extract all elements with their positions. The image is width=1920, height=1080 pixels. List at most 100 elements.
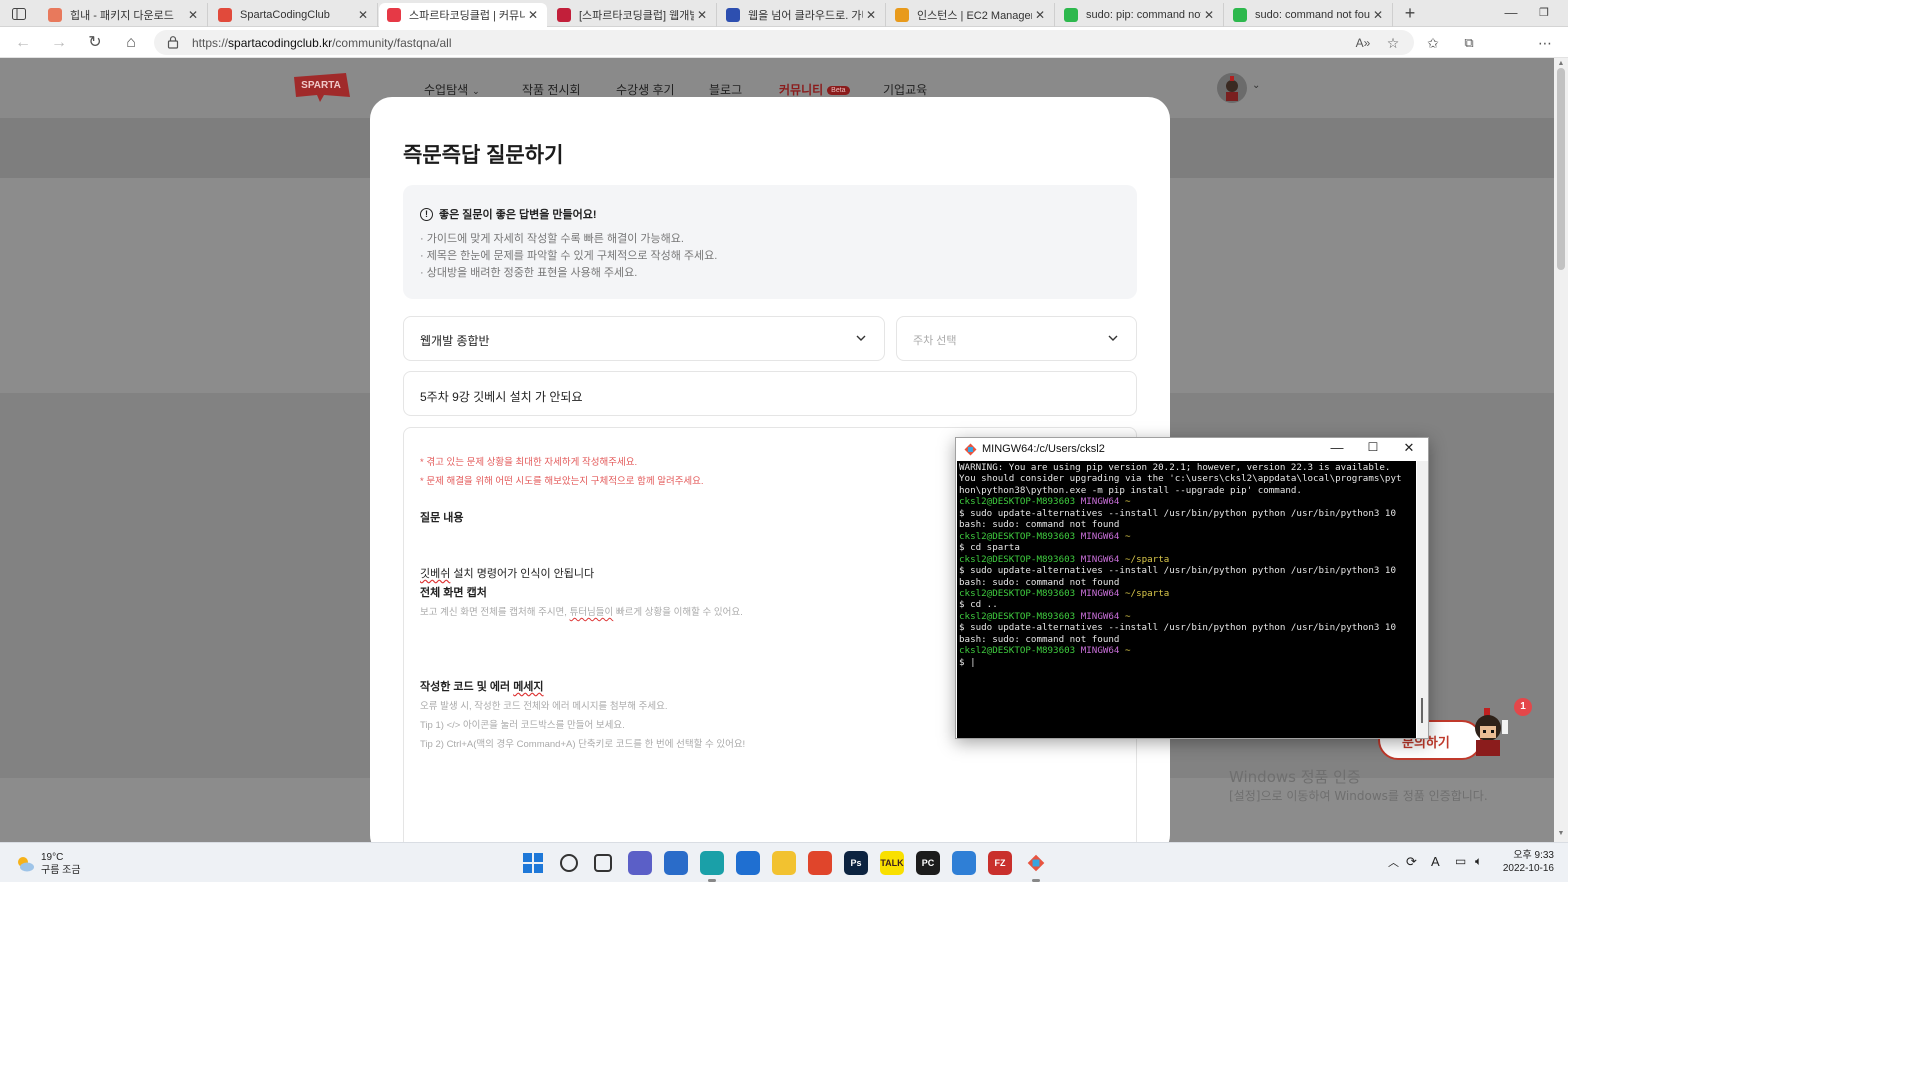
scroll-up-icon[interactable]: ▲ xyxy=(1556,60,1566,67)
close-tab-icon[interactable]: ✕ xyxy=(185,8,201,22)
notification-badge: 1 xyxy=(1514,698,1532,716)
terminal-line: $ | xyxy=(959,656,976,668)
terminal-window[interactable]: MINGW64:/c/Users/cksl2 — ☐ ✕ WARNING: Yo… xyxy=(955,437,1429,739)
back-button[interactable]: ← xyxy=(12,32,34,54)
favorites-icon[interactable]: ✩ xyxy=(1422,32,1444,54)
browser-menu-icon[interactable]: ⋯ xyxy=(1534,32,1556,54)
nav-enterprise[interactable]: 기업교육 xyxy=(883,81,927,98)
browser-tab[interactable]: sudo: pip: command not fo✕ xyxy=(1056,3,1224,27)
terminal-maximize-button[interactable]: ☐ xyxy=(1358,440,1388,454)
mascot-icon[interactable] xyxy=(1466,706,1514,762)
chevron-up-icon[interactable]: ︿ xyxy=(1388,854,1399,870)
browser-tab[interactable]: sudo: command not found ✕ xyxy=(1225,3,1393,27)
lock-icon xyxy=(167,36,179,49)
refresh-button[interactable]: ↻ xyxy=(84,32,106,54)
terminal-close-button[interactable]: ✕ xyxy=(1394,440,1424,456)
collections-icon[interactable]: ⧉ xyxy=(1458,32,1480,54)
running-indicator xyxy=(708,879,716,882)
volume-icon[interactable]: 🔈︎ xyxy=(1475,854,1482,869)
browser-tab[interactable]: 웹을 넘어 클라우드로. 가비 ✕ xyxy=(718,3,886,27)
filezilla-icon[interactable]: FZ xyxy=(988,851,1012,875)
tab-actions-icon[interactable] xyxy=(6,4,32,24)
page-scrollbar[interactable]: ▲ ▼ xyxy=(1554,58,1568,842)
chat-icon xyxy=(1233,8,1247,22)
system-clock[interactable]: 오후 9:33 2022-10-16 xyxy=(1498,849,1554,875)
browser-tab[interactable]: 스파르타코딩클럽 | 커뮤니 ✕ xyxy=(379,3,547,27)
scroll-down-icon[interactable]: ▼ xyxy=(1556,830,1566,837)
terminal-scrollbar-thumb[interactable] xyxy=(1421,698,1423,723)
close-tab-icon[interactable]: ✕ xyxy=(1201,8,1217,22)
terminal-scrollbar[interactable] xyxy=(1417,461,1428,738)
pycharm-icon[interactable]: PC xyxy=(916,851,940,875)
user-avatar[interactable] xyxy=(1217,73,1247,103)
task-view-icon[interactable] xyxy=(594,854,612,872)
sync-icon[interactable]: ⟳ xyxy=(1406,854,1417,870)
kakaotalk-icon[interactable]: TALK xyxy=(880,851,904,875)
diamond-icon xyxy=(48,8,62,22)
terminal-titlebar[interactable]: MINGW64:/c/Users/cksl2 — ☐ ✕ xyxy=(956,438,1428,461)
browser-tab-title: sudo: pip: command not fo xyxy=(1086,9,1201,21)
address-bar[interactable]: https://spartacodingclub.kr/community/fa… xyxy=(154,30,1414,55)
nav-community[interactable]: 커뮤니티 Beta xyxy=(779,81,850,98)
close-tab-icon[interactable]: ✕ xyxy=(1032,8,1048,22)
close-tab-icon[interactable]: ✕ xyxy=(1370,8,1386,22)
start-icon[interactable] xyxy=(521,851,545,875)
editor-warning: * 문제 해결을 위해 어떤 시도를 해보았는지 구체적으로 함께 알려주세요. xyxy=(420,476,704,487)
running-indicator xyxy=(1032,879,1040,882)
close-tab-icon[interactable]: ✕ xyxy=(355,8,371,22)
search-icon[interactable] xyxy=(560,854,578,872)
photoshop-icon[interactable]: Ps xyxy=(844,851,868,875)
forward-button[interactable]: → xyxy=(48,32,70,54)
browser-tab-title: [스파르타코딩클럽] 웹개발 xyxy=(579,10,694,22)
sparta-logo[interactable]: SPARTA xyxy=(290,71,352,103)
profile-chevron-icon[interactable]: ⌄ xyxy=(1252,80,1260,91)
notepad-icon[interactable] xyxy=(952,851,976,875)
close-tab-icon[interactable]: ✕ xyxy=(525,8,541,22)
nav-blog[interactable]: 블로그 xyxy=(709,81,742,98)
terminal-minimize-button[interactable]: — xyxy=(1322,440,1352,455)
code-placeholder: 오류 발생 시, 작성한 코드 전체와 에러 메시지를 첨부해 주세요. xyxy=(420,701,668,712)
restore-window-button[interactable]: ❐ xyxy=(1527,0,1561,27)
network-icon[interactable]: ▭ xyxy=(1455,854,1466,868)
terminal-output[interactable]: WARNING: You are using pip version 20.2.… xyxy=(957,461,1416,738)
week-select[interactable]: 주차 선택 xyxy=(896,316,1137,361)
browser-tab[interactable]: 힙내 - 패키지 다운로드 ✕ xyxy=(40,3,208,27)
course-select[interactable]: 웹개발 종합반 xyxy=(403,316,885,361)
nav-showcase[interactable]: 작품 전시회 xyxy=(522,81,581,98)
terminal-line: cksl2@DESKTOP-M893603 MINGW64 ~ xyxy=(959,530,1131,542)
git-bash-icon[interactable] xyxy=(1024,851,1048,875)
browser-tab-title: 스파르타코딩클럽 | 커뮤니 xyxy=(409,10,525,22)
question-title-input[interactable]: 5주차 9강 깃베시 설치 가 안되요 xyxy=(403,371,1137,416)
browser-tab-title: 인스턴스 | EC2 Manageme xyxy=(917,10,1032,22)
edge-icon[interactable] xyxy=(700,851,724,875)
terminal-line: bash: sudo: command not found xyxy=(959,633,1120,645)
office-icon[interactable] xyxy=(808,851,832,875)
weather-temp: 19°C xyxy=(41,852,64,863)
file-explorer-icon[interactable] xyxy=(772,851,796,875)
terminal-line: cksl2@DESKTOP-M893603 MINGW64 ~ xyxy=(959,610,1131,622)
browser-tab[interactable]: SpartaCodingClub ✕ xyxy=(210,3,378,27)
nav-course-explore[interactable]: 수업탐색 ⌄ xyxy=(424,81,480,98)
add-favorite-icon[interactable]: ☆ xyxy=(1382,32,1404,54)
weather-widget[interactable]: 19°C 구름 조금 xyxy=(14,851,81,877)
home-button[interactable]: ⌂ xyxy=(120,32,142,54)
new-tab-button[interactable]: + xyxy=(1400,3,1420,23)
editor-warning: * 겪고 있는 문제 상황을 최대한 자세하게 작성해주세요. xyxy=(420,457,638,468)
read-aloud-icon[interactable]: A» xyxy=(1352,32,1374,54)
close-tab-icon[interactable]: ✕ xyxy=(694,8,710,22)
activation-watermark-title: Windows 정품 인증 xyxy=(1229,768,1361,786)
chat-icon xyxy=(1064,8,1078,22)
language-icon[interactable]: A xyxy=(1431,854,1440,869)
terminal-line: You should consider upgrading via the 'c… xyxy=(959,473,1402,485)
teams-chat-icon[interactable] xyxy=(628,851,652,875)
minimize-window-button[interactable]: — xyxy=(1494,0,1528,27)
scrollbar-thumb[interactable] xyxy=(1557,68,1565,270)
store-icon[interactable] xyxy=(664,851,688,875)
mail-icon[interactable] xyxy=(736,851,760,875)
browser-tab[interactable]: [스파르타코딩클럽] 웹개발 ✕ xyxy=(549,3,717,27)
nav-reviews[interactable]: 수강생 후기 xyxy=(616,81,675,98)
terminal-line: $ sudo update-alternatives --install /us… xyxy=(959,507,1396,519)
browser-tab[interactable]: 인스턴스 | EC2 Manageme✕ xyxy=(887,3,1055,27)
close-tab-icon[interactable]: ✕ xyxy=(863,8,879,22)
terminal-line: cksl2@DESKTOP-M893603 MINGW64 ~/sparta xyxy=(959,587,1170,599)
